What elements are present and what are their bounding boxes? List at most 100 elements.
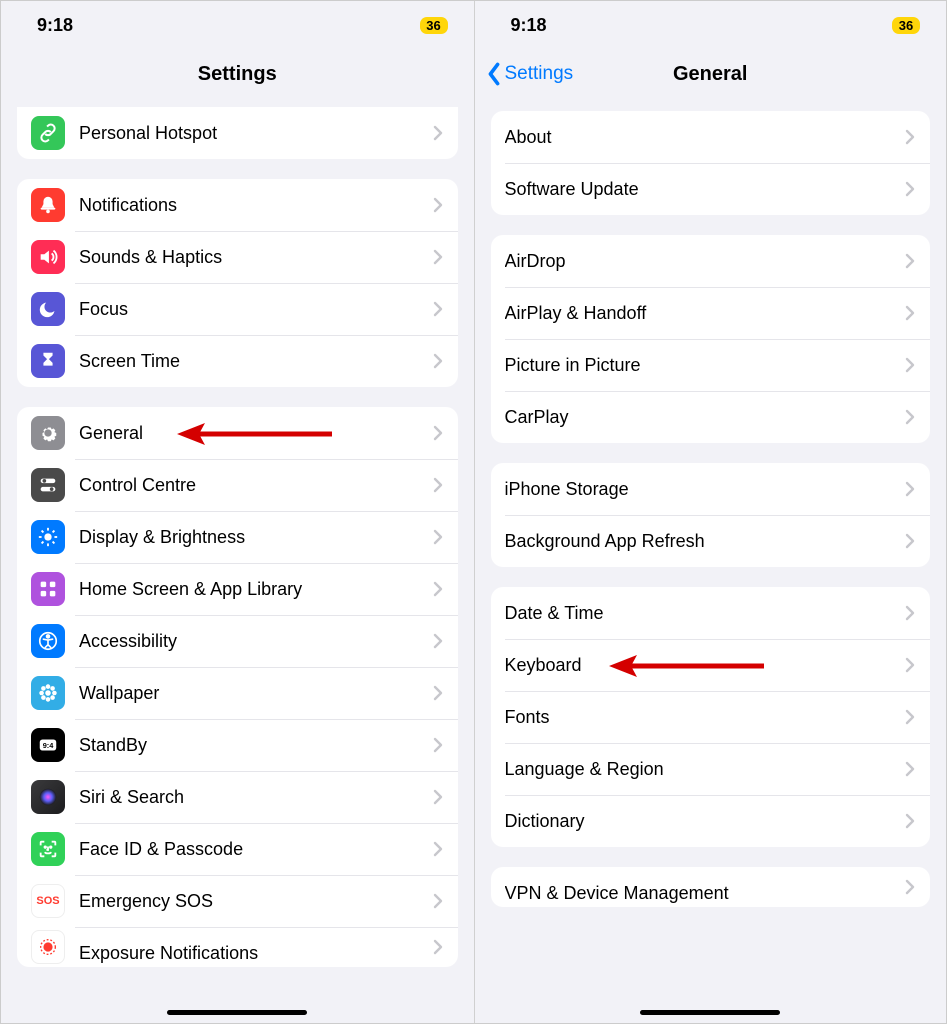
settings-group: Personal Hotspot xyxy=(17,107,458,159)
row-label: Focus xyxy=(79,299,432,320)
chevron-right-icon xyxy=(432,841,444,857)
status-time: 9:18 xyxy=(37,15,73,36)
battery-indicator: 36 xyxy=(420,17,448,34)
row-iphone-storage[interactable]: iPhone Storage xyxy=(491,463,931,515)
row-label: iPhone Storage xyxy=(505,479,905,500)
row-carplay[interactable]: CarPlay xyxy=(491,391,931,443)
chevron-right-icon xyxy=(432,301,444,317)
row-emergency-sos[interactable]: SOSEmergency SOS xyxy=(17,875,458,927)
chevron-right-icon xyxy=(432,125,444,141)
row-display-brightness[interactable]: Display & Brightness xyxy=(17,511,458,563)
row-label: StandBy xyxy=(79,735,432,756)
row-exposure-notifications[interactable]: Exposure Notifications xyxy=(17,927,458,967)
row-sounds-haptics[interactable]: Sounds & Haptics xyxy=(17,231,458,283)
settings-group: General Control Centre Display & Brightnes… xyxy=(17,407,458,967)
row-picture-in-picture[interactable]: Picture in Picture xyxy=(491,339,931,391)
chevron-right-icon xyxy=(904,761,916,777)
row-label: VPN & Device Management xyxy=(505,883,905,904)
settings-list[interactable]: Personal Hotspot Notifications Sounds & Ha… xyxy=(1,99,474,1023)
settings-group: iPhone Storage Background App Refresh xyxy=(491,463,931,567)
row-notifications[interactable]: Notifications xyxy=(17,179,458,231)
chevron-right-icon xyxy=(432,633,444,649)
row-airplay-handoff[interactable]: AirPlay & Handoff xyxy=(491,287,931,339)
row-accessibility[interactable]: Accessibility xyxy=(17,615,458,667)
back-button[interactable]: Settings xyxy=(485,62,574,86)
row-label: Siri & Search xyxy=(79,787,432,808)
page-title: Settings xyxy=(198,63,277,86)
flower-icon xyxy=(31,676,65,710)
chevron-right-icon xyxy=(432,581,444,597)
row-label: Fonts xyxy=(505,707,905,728)
row-label: Language & Region xyxy=(505,759,905,780)
chevron-right-icon xyxy=(432,939,444,955)
row-vpn-device-management[interactable]: VPN & Device Management xyxy=(491,867,931,907)
row-control-centre[interactable]: Control Centre xyxy=(17,459,458,511)
chevron-right-icon xyxy=(904,181,916,197)
row-screen-time[interactable]: Screen Time xyxy=(17,335,458,387)
row-label: Sounds & Haptics xyxy=(79,247,432,268)
faceid-icon xyxy=(31,832,65,866)
link-icon xyxy=(31,116,65,150)
row-label: Face ID & Passcode xyxy=(79,839,432,860)
row-software-update[interactable]: Software Update xyxy=(491,163,931,215)
row-label: Personal Hotspot xyxy=(79,123,432,144)
row-background-app-refresh[interactable]: Background App Refresh xyxy=(491,515,931,567)
chevron-right-icon xyxy=(904,409,916,425)
chevron-right-icon xyxy=(904,253,916,269)
row-about[interactable]: About xyxy=(491,111,931,163)
row-label: Background App Refresh xyxy=(505,531,905,552)
row-standby[interactable]: 9:4 StandBy xyxy=(17,719,458,771)
chevron-right-icon xyxy=(432,477,444,493)
status-time: 9:18 xyxy=(511,15,547,36)
row-airdrop[interactable]: AirDrop xyxy=(491,235,931,287)
row-wallpaper[interactable]: Wallpaper xyxy=(17,667,458,719)
settings-screen: 9:18 36 Settings Personal Hotspot Notific… xyxy=(1,1,474,1023)
chevron-right-icon xyxy=(904,533,916,549)
row-focus[interactable]: Focus xyxy=(17,283,458,335)
row-fonts[interactable]: Fonts xyxy=(491,691,931,743)
row-personal-hotspot[interactable]: Personal Hotspot xyxy=(17,107,458,159)
grid-icon xyxy=(31,572,65,606)
status-bar: 9:18 36 xyxy=(1,1,474,49)
home-indicator[interactable] xyxy=(167,1010,307,1015)
row-date-time[interactable]: Date & Time xyxy=(491,587,931,639)
row-label: Picture in Picture xyxy=(505,355,905,376)
row-label: Emergency SOS xyxy=(79,891,432,912)
toggles-icon xyxy=(31,468,65,502)
row-keyboard[interactable]: Keyboard xyxy=(491,639,931,691)
row-label: AirPlay & Handoff xyxy=(505,303,905,324)
row-label: Notifications xyxy=(79,195,432,216)
svg-text:9:4: 9:4 xyxy=(43,741,55,750)
row-language-region[interactable]: Language & Region xyxy=(491,743,931,795)
row-label: Screen Time xyxy=(79,351,432,372)
row-face-id-passcode[interactable]: Face ID & Passcode xyxy=(17,823,458,875)
hourglass-icon xyxy=(31,344,65,378)
settings-group: Notifications Sounds & Haptics Focus Screen… xyxy=(17,179,458,387)
chevron-right-icon xyxy=(904,657,916,673)
accessibility-icon xyxy=(31,624,65,658)
row-label: Wallpaper xyxy=(79,683,432,704)
general-screen: 9:18 36 Settings General AboutSoftware U… xyxy=(474,1,947,1023)
row-dictionary[interactable]: Dictionary xyxy=(491,795,931,847)
row-siri-search[interactable]: Siri & Search xyxy=(17,771,458,823)
general-list[interactable]: AboutSoftware Update AirDrop AirPlay & Han… xyxy=(475,99,947,1023)
settings-group: Date & TimeKeyboard Fonts Language & Regio… xyxy=(491,587,931,847)
page-title: General xyxy=(673,63,747,86)
chevron-right-icon xyxy=(432,893,444,909)
settings-group: AirDrop AirPlay & Handoff Picture in Pictu… xyxy=(491,235,931,443)
row-general[interactable]: General xyxy=(17,407,458,459)
nav-header: Settings xyxy=(1,49,474,99)
chevron-right-icon xyxy=(904,481,916,497)
settings-group: AboutSoftware Update xyxy=(491,111,931,215)
home-indicator[interactable] xyxy=(640,1010,780,1015)
row-label: Display & Brightness xyxy=(79,527,432,548)
row-label: AirDrop xyxy=(505,251,905,272)
row-home-screen-app-library[interactable]: Home Screen & App Library xyxy=(17,563,458,615)
exposure-icon xyxy=(31,930,65,964)
status-right: 36 xyxy=(880,15,920,36)
battery-indicator: 36 xyxy=(892,17,920,34)
siri-icon xyxy=(31,780,65,814)
row-label: Exposure Notifications xyxy=(79,943,432,964)
row-label: General xyxy=(79,423,432,444)
row-label: Home Screen & App Library xyxy=(79,579,432,600)
